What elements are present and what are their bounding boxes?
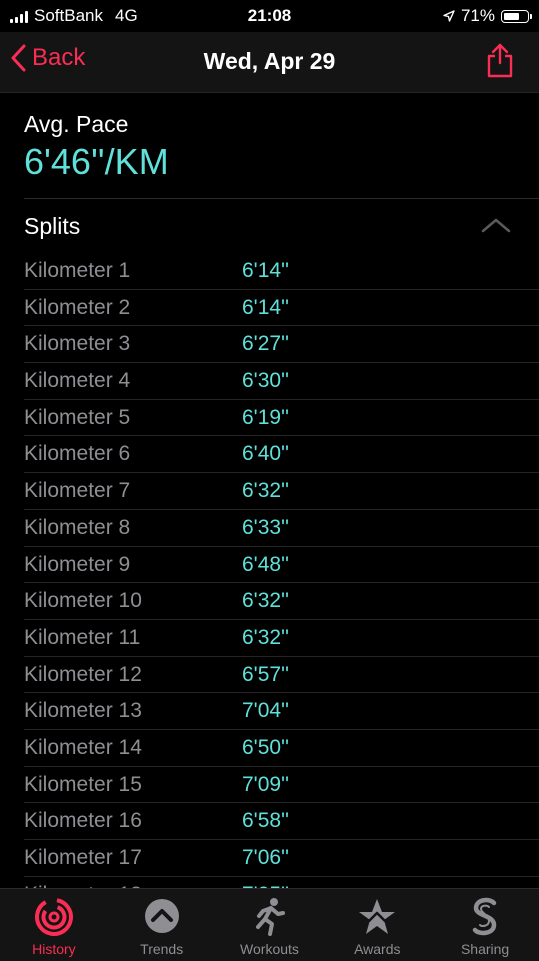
split-row: Kilometer 8 6'33'' [24, 510, 539, 547]
split-pace-value: 6'14'' [242, 295, 290, 319]
split-row: Kilometer 11 6'32'' [24, 620, 539, 657]
split-row: Kilometer 5 6'19'' [24, 400, 539, 437]
section-divider [24, 198, 539, 199]
split-row: Kilometer 9 6'48'' [24, 547, 539, 584]
status-bar: SoftBank 4G 21:08 71% [0, 0, 539, 32]
award-star-icon [359, 899, 396, 934]
share-button[interactable] [485, 42, 515, 83]
tab-awards[interactable]: Awards [323, 889, 431, 961]
navigation-bar: Back Wed, Apr 29 [0, 32, 539, 93]
split-distance-label: Kilometer 15 [24, 772, 142, 796]
split-pace-value: 6'57'' [242, 662, 290, 686]
collapse-splits-button[interactable] [481, 217, 511, 238]
workout-detail[interactable]: Avg. Pace 6'46''/KM Splits Kilometer 1 6'… [0, 93, 539, 888]
tab-sharing[interactable]: Sharing [431, 889, 539, 961]
tab-trends-label: Trends [140, 941, 184, 957]
split-distance-label: Kilometer 6 [24, 442, 131, 466]
share-icon [487, 43, 513, 78]
split-pace-value: 6'32'' [242, 625, 290, 649]
split-pace-value: 7'09'' [242, 772, 290, 796]
split-distance-label: Kilometer 1 [24, 259, 131, 282]
split-row: Kilometer 16 6'58'' [24, 803, 539, 840]
chevron-up-icon [481, 218, 511, 233]
split-row: Kilometer 6 6'40'' [24, 436, 539, 474]
battery-percent: 71% [460, 6, 495, 25]
tab-workouts[interactable]: Workouts [216, 889, 324, 961]
split-pace-value: 6'58'' [242, 809, 290, 833]
sharing-s-icon [472, 897, 497, 936]
split-pace-value: 6'19'' [242, 405, 290, 429]
tab-history-label: History [32, 941, 76, 957]
split-distance-label: Kilometer 4 [24, 369, 131, 393]
trends-chevron-icon [144, 899, 179, 933]
splits-header: Splits [24, 213, 81, 239]
split-distance-label: Kilometer 17 [24, 846, 142, 869]
split-pace-value: 6'14'' [242, 259, 290, 282]
split-row: Kilometer 17 7'06'' [24, 840, 539, 877]
split-pace-value: 7'06'' [242, 846, 290, 869]
history-ring-icon [34, 898, 73, 936]
tab-history[interactable]: History [0, 889, 108, 961]
split-pace-value: 7'04'' [242, 699, 290, 723]
running-figure-icon [256, 898, 286, 936]
split-distance-label: Kilometer 13 [24, 699, 142, 723]
status-right: 71% [443, 6, 532, 26]
split-row: Kilometer 7 6'32'' [24, 473, 539, 510]
split-distance-label: Kilometer 11 [24, 625, 141, 649]
avg-pace-value: 6'46''/KM [24, 141, 169, 182]
tab-workouts-label: Workouts [240, 941, 299, 957]
split-pace-value: 6'32'' [242, 479, 290, 503]
split-distance-label: Kilometer 2 [24, 295, 131, 319]
split-row: Kilometer 4 6'30'' [24, 363, 539, 400]
split-pace-value: 6'48'' [242, 552, 290, 576]
split-pace-value: 6'33'' [242, 515, 290, 539]
split-row: Kilometer 15 7'09'' [24, 767, 539, 804]
location-arrow-icon [443, 10, 455, 22]
split-distance-label: Kilometer 3 [24, 332, 131, 356]
split-distance-label: Kilometer 7 [24, 479, 131, 503]
split-row: Kilometer 12 6'57'' [24, 657, 539, 694]
split-row: Kilometer 3 6'27'' [24, 326, 539, 364]
page-title: Wed, Apr 29 [203, 48, 336, 74]
tab-trends[interactable]: Trends [108, 889, 216, 961]
split-row: Kilometer 187'05'' [24, 877, 539, 888]
split-row: Kilometer 2 6'14'' [24, 290, 539, 327]
avg-pace-label: Avg. Pace [24, 111, 129, 137]
split-pace-value: 6'32'' [242, 589, 290, 613]
split-row: Kilometer 1 6'14'' [24, 253, 539, 290]
split-distance-label: Kilometer 5 [24, 405, 131, 429]
splits-list: Kilometer 1 6'14'' Kilometer 2 6'14'' Kilome… [24, 253, 539, 888]
split-pace-value: 6'40'' [242, 442, 290, 466]
battery-icon [501, 9, 532, 23]
split-distance-label: Kilometer 14 [24, 735, 142, 759]
split-row: Kilometer 10 6'32'' [24, 583, 539, 620]
split-distance-label: Kilometer 12 [24, 662, 142, 686]
split-row: Kilometer 14 6'50'' [24, 730, 539, 767]
split-distance-label: Kilometer 16 [24, 809, 142, 833]
split-pace-value: 6'27'' [242, 332, 290, 356]
split-row: Kilometer 13 7'04'' [24, 693, 539, 730]
tab-awards-label: Awards [354, 941, 401, 957]
tab-sharing-label: Sharing [460, 941, 510, 957]
split-distance-label: Kilometer 9 [24, 552, 131, 576]
split-distance-label: Kilometer 10 [24, 589, 142, 613]
split-distance-label: Kilometer 8 [24, 515, 131, 539]
tab-bar: History Trends Workouts Awards Sharing [0, 888, 539, 961]
split-pace-value: 6'30'' [242, 369, 290, 393]
split-pace-value: 6'50'' [242, 735, 290, 759]
